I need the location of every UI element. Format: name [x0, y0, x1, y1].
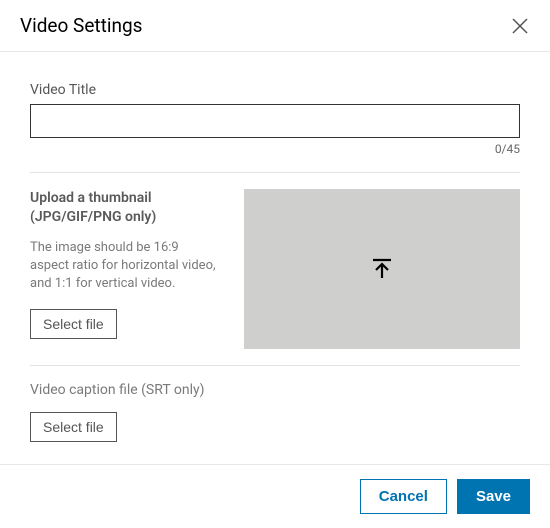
thumbnail-section: Upload a thumbnail (JPG/GIF/PNG only) Th…: [30, 189, 520, 349]
thumbnail-select-file-button[interactable]: Select file: [30, 309, 117, 339]
caption-section: Video caption file (SRT only) Select fil…: [30, 382, 520, 442]
caption-label: Video caption file (SRT only): [30, 382, 520, 398]
dialog-header: Video Settings: [0, 0, 550, 52]
dialog-content: Video Title 0/45 Upload a thumbnail (JPG…: [0, 52, 550, 462]
divider: [30, 365, 520, 366]
cancel-button[interactable]: Cancel: [360, 479, 447, 514]
thumbnail-preview[interactable]: [244, 189, 520, 349]
video-title-label: Video Title: [30, 82, 520, 98]
video-title-counter: 0/45: [30, 142, 520, 156]
close-button[interactable]: [510, 16, 530, 36]
thumbnail-title: Upload a thumbnail (JPG/GIF/PNG only): [30, 189, 220, 227]
close-icon: [511, 17, 529, 35]
caption-select-file-button[interactable]: Select file: [30, 412, 117, 442]
save-button[interactable]: Save: [457, 479, 530, 514]
thumbnail-description: The image should be 16:9 aspect ratio fo…: [30, 239, 220, 294]
thumbnail-info: Upload a thumbnail (JPG/GIF/PNG only) Th…: [30, 189, 220, 339]
video-title-input[interactable]: [30, 104, 520, 138]
dialog-footer: Cancel Save: [0, 464, 550, 528]
divider: [30, 172, 520, 173]
upload-icon: [369, 256, 395, 282]
dialog-title: Video Settings: [20, 14, 142, 37]
